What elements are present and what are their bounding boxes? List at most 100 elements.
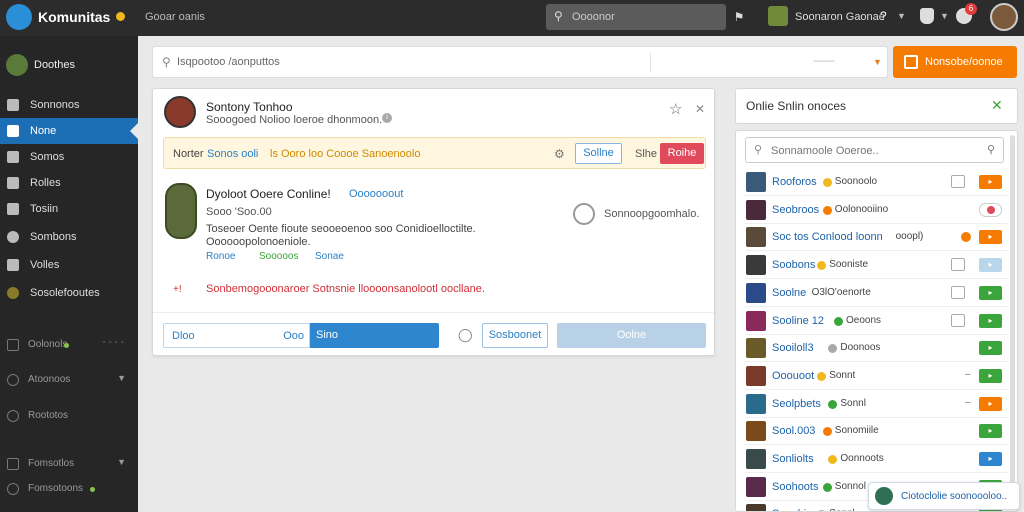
- avatar[interactable]: [746, 504, 766, 511]
- notice-remove-button[interactable]: Roihe: [660, 143, 704, 164]
- list-item[interactable]: Rooforos Soonoolo ▸: [745, 169, 1008, 196]
- friend-name[interactable]: Sool.003: [772, 425, 815, 437]
- list-item[interactable]: Soobons Sooniste ▸: [745, 252, 1008, 280]
- close-icon[interactable]: ✕: [991, 97, 1003, 114]
- sidebar-section-atoonoos[interactable]: Atoonoos ▼: [0, 369, 138, 391]
- list-item[interactable]: Seolpbets Sonnl – ▸: [745, 391, 1008, 418]
- camera-icon[interactable]: [951, 175, 965, 188]
- sidebar-item-none[interactable]: None: [0, 118, 138, 144]
- action-icon[interactable]: ▸: [979, 368, 1002, 383]
- avatar[interactable]: [746, 449, 766, 469]
- chevron-down-icon[interactable]: ▼: [897, 11, 906, 21]
- sidebar-section-fomsotlos[interactable]: Fomsotlos ▼: [0, 453, 138, 475]
- avatar[interactable]: [746, 421, 766, 442]
- flag-icon[interactable]: ⚑: [729, 6, 749, 28]
- avatar[interactable]: [746, 476, 766, 497]
- action-icon[interactable]: ▸: [979, 313, 1002, 328]
- chevron-down-icon[interactable]: ▼: [117, 457, 126, 467]
- tag-link[interactable]: Sooooos: [259, 251, 298, 262]
- sidebar-profile-name[interactable]: Doothes: [34, 59, 75, 71]
- top-nav-link[interactable]: Gooar oanis: [145, 11, 205, 23]
- camera-icon[interactable]: [951, 313, 965, 327]
- friend-name[interactable]: Soobons: [772, 259, 815, 271]
- avatar[interactable]: [746, 282, 766, 303]
- action-icon[interactable]: ▸: [979, 396, 1002, 411]
- logo-icon[interactable]: [6, 4, 32, 30]
- game-art-image[interactable]: [165, 183, 197, 239]
- friend-name[interactable]: Sonliolts: [772, 453, 814, 465]
- tag-link[interactable]: Sonae: [315, 251, 344, 262]
- friend-name[interactable]: Seobroos: [772, 204, 819, 216]
- chevron-down-icon[interactable]: ▼: [940, 11, 949, 21]
- sidebar-item-tosiin[interactable]: Tosiin: [0, 196, 138, 222]
- star-icon[interactable]: ☆: [669, 100, 682, 118]
- friend-name[interactable]: Rooforos: [772, 176, 817, 188]
- online-button[interactable]: Oolne: [557, 323, 706, 348]
- camera-icon[interactable]: [951, 285, 965, 299]
- list-item[interactable]: Sooiloll3 Doonoos ▸: [745, 335, 1008, 363]
- more-icon[interactable]: - - - -: [102, 337, 124, 348]
- sidebar-section-fomsotoons[interactable]: Fomsotoons: [0, 478, 138, 500]
- brand-name[interactable]: Komunitas: [38, 9, 110, 25]
- avatar[interactable]: [746, 227, 766, 248]
- sidebar-item-sosolefooutes[interactable]: Sosolefooutes: [0, 280, 138, 306]
- action-icon[interactable]: ▸: [979, 452, 1002, 466]
- scrollbar[interactable]: [1010, 135, 1015, 507]
- sidebar-item-volles[interactable]: Volles: [0, 252, 138, 278]
- avatar[interactable]: [746, 255, 766, 276]
- game-title[interactable]: Dyoloot Ooere Conline!: [206, 187, 331, 201]
- avatar[interactable]: [164, 96, 196, 128]
- new-post-button[interactable]: Nonsobe/oonoe: [893, 46, 1017, 78]
- list-item[interactable]: Sooline 12 Oeoons ▸: [745, 308, 1008, 335]
- friend-search-input[interactable]: ⚲ Sonnamoole Ooeroe.. ⚲: [745, 137, 1004, 163]
- close-icon[interactable]: ✕: [695, 102, 705, 116]
- toast-notification[interactable]: Ciotoclolie soonoooloo..: [868, 482, 1020, 510]
- alert-text[interactable]: Sonbemogooonaroer Sotnsnie lloooonsanolo…: [206, 283, 485, 295]
- submit-button[interactable]: Sosboonet: [482, 323, 548, 348]
- top-search-input[interactable]: ⚲ Oooonor: [546, 4, 726, 30]
- sidebar-profile-avatar[interactable]: [6, 54, 28, 76]
- send-button[interactable]: Sino: [310, 323, 439, 348]
- notice-online-button[interactable]: Sollne: [575, 143, 622, 164]
- chat-icon[interactable]: ◯: [458, 327, 473, 343]
- sidebar-section-oolonols[interactable]: Oolonols - - - -: [0, 334, 138, 356]
- action-icon[interactable]: ▸: [979, 285, 1002, 300]
- action-icon[interactable]: ▸: [979, 175, 1002, 189]
- action-icon[interactable]: ▸: [979, 258, 1002, 273]
- gear-icon[interactable]: ⚙: [554, 147, 565, 161]
- avatar[interactable]: [746, 172, 766, 192]
- chevron-down-icon[interactable]: ▼: [117, 373, 126, 383]
- list-item[interactable]: Ooouoot Sonnt – ▸: [745, 363, 1008, 390]
- friend-name[interactable]: Seolpbets: [772, 398, 821, 410]
- list-item[interactable]: Sonliolts Oonnoots ▸: [745, 446, 1008, 473]
- friend-name[interactable]: Ooouoot: [772, 370, 814, 382]
- toggle-icon[interactable]: [979, 202, 1002, 217]
- info-icon[interactable]: i: [382, 113, 392, 123]
- main-search-input[interactable]: ⚲ Isqpootoo /aonputtos —— ▼: [152, 46, 888, 78]
- action-icon[interactable]: ▸: [979, 230, 1002, 245]
- friend-name[interactable]: Soc tos Conlood loonn: [772, 231, 883, 243]
- post-author[interactable]: Sontony Tonhoo: [206, 100, 293, 114]
- friend-name[interactable]: Sooline 12: [772, 315, 824, 327]
- friend-name[interactable]: Soolne: [772, 287, 806, 299]
- avatar[interactable]: [746, 310, 766, 331]
- bell-icon[interactable]: [920, 8, 934, 24]
- avatar[interactable]: [746, 393, 766, 414]
- reply-input[interactable]: Dloo Ooo: [163, 323, 310, 348]
- sidebar-item-rolles[interactable]: Rolles: [0, 170, 138, 196]
- help-icon[interactable]: ?: [880, 9, 887, 23]
- chevron-down-icon[interactable]: ▼: [873, 57, 882, 67]
- friend-name[interactable]: Soohoots: [772, 481, 818, 493]
- sidebar-item-somos[interactable]: Somos: [0, 144, 138, 170]
- avatar[interactable]: [746, 365, 766, 386]
- list-item[interactable]: Sool.003 Sonomiile ▸: [745, 418, 1008, 446]
- top-user-name[interactable]: Soonaron Gaonae: [795, 11, 885, 23]
- action-icon[interactable]: ▸: [979, 341, 1002, 356]
- sidebar-section-roototos[interactable]: Roototos: [0, 405, 138, 427]
- action-icon[interactable]: ▸: [979, 424, 1002, 439]
- list-item[interactable]: Soc tos Conlood loonn ooopl) ▸: [745, 224, 1008, 252]
- camera-icon[interactable]: [951, 258, 965, 272]
- avatar[interactable]: [990, 3, 1018, 31]
- list-item[interactable]: Seobroos Oolonooiino: [745, 197, 1008, 224]
- avatar[interactable]: [746, 199, 766, 220]
